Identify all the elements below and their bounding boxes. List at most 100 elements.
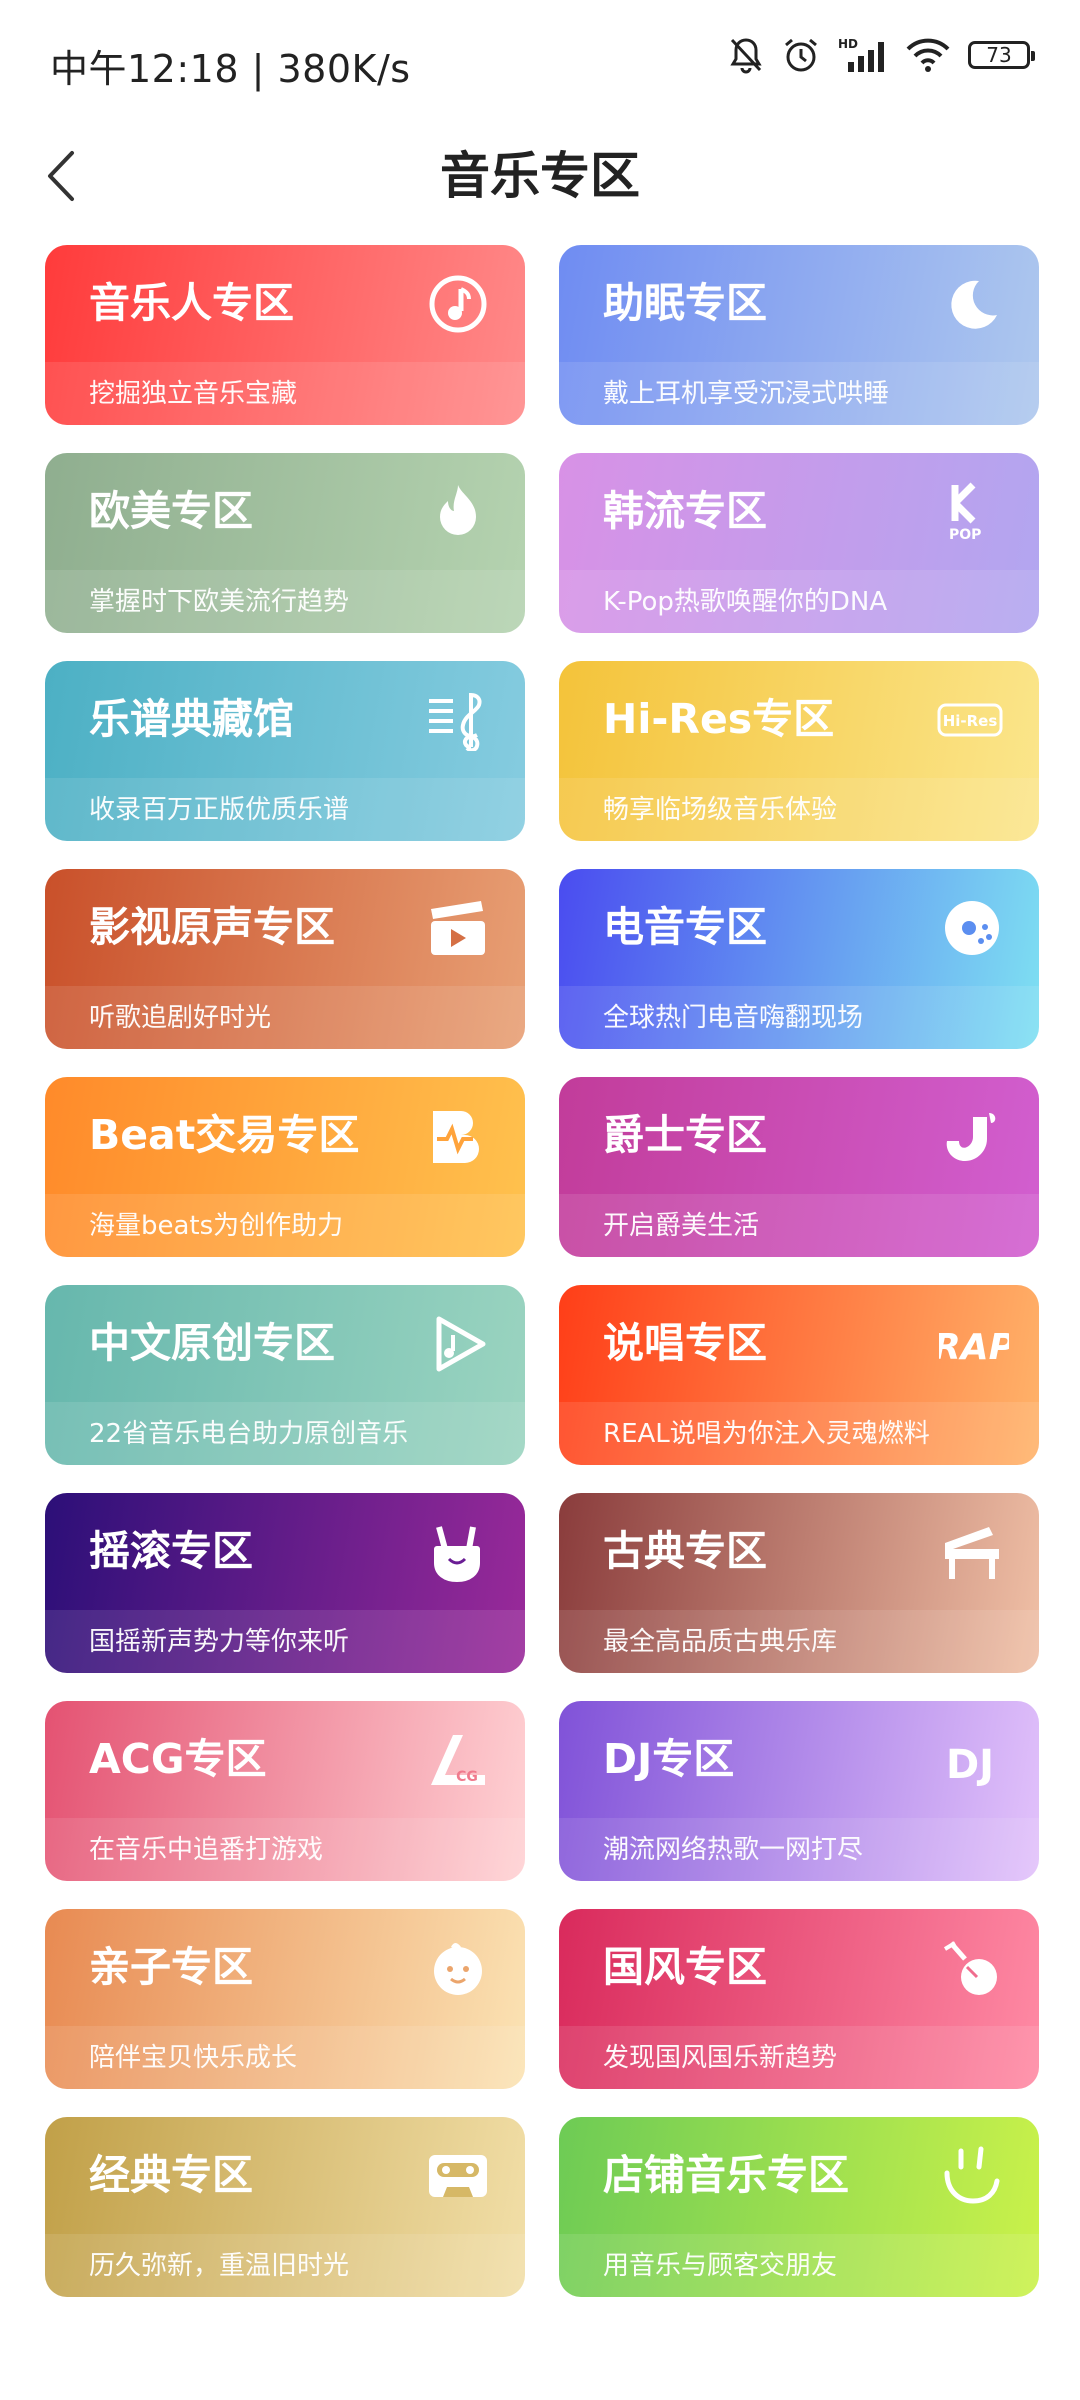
- zone-card[interactable]: DJ专区 潮流网络热歌一网打尽 DJ: [559, 1701, 1039, 1881]
- zone-subtitle: 开启爵美生活: [603, 1211, 760, 1241]
- zone-subtitle: 全球热门电音嗨翻现场: [603, 1003, 864, 1033]
- zone-card[interactable]: 亲子专区 陪伴宝贝快乐成长: [45, 1909, 525, 2089]
- zone-card[interactable]: 经典专区 历久弥新，重温旧时光: [45, 2117, 525, 2297]
- kpop-icon: POP: [941, 481, 1003, 543]
- zone-subtitle: K-Pop热歌唤醒你的DNA: [603, 587, 888, 617]
- zone-title: 韩流专区: [603, 487, 767, 535]
- zone-card[interactable]: 国风专区 发现国风国乐新趋势: [559, 1909, 1039, 2089]
- moon-icon: [941, 273, 1003, 335]
- zone-subtitle: 潮流网络热歌一网打尽: [603, 1835, 864, 1865]
- svg-text:RAP: RAP: [939, 1327, 1009, 1368]
- zone-title: 亲子专区: [89, 1943, 253, 1991]
- zone-title: 店铺音乐专区: [603, 2151, 849, 2199]
- flame-icon: [427, 481, 489, 543]
- zone-card[interactable]: 乐谱典藏馆 收录百万正版优质乐谱: [45, 661, 525, 841]
- zone-title: 古典专区: [603, 1527, 767, 1575]
- wifi-icon: [906, 38, 950, 72]
- zone-subtitle: 掌握时下欧美流行趋势: [89, 587, 350, 617]
- zone-card[interactable]: 店铺音乐专区 用音乐与顾客交朋友: [559, 2117, 1039, 2297]
- zone-subtitle: 发现国风国乐新趋势: [603, 2043, 838, 2073]
- zone-title: 经典专区: [89, 2151, 253, 2199]
- zone-title: 音乐人专区: [89, 279, 294, 327]
- zone-subtitle: REAL说唱为你注入灵魂燃料: [603, 1419, 930, 1449]
- zone-title: 助眠专区: [603, 279, 767, 327]
- zone-card[interactable]: 摇滚专区 国摇新声势力等你来听: [45, 1493, 525, 1673]
- bell-muted-icon: [730, 38, 762, 74]
- zone-subtitle: 收录百万正版优质乐谱: [89, 795, 350, 825]
- page-title: 音乐专区: [440, 147, 640, 205]
- zone-card[interactable]: 韩流专区 K-Pop热歌唤醒你的DNA POP: [559, 453, 1039, 633]
- zone-card[interactable]: 爵士专区 开启爵美生活: [559, 1077, 1039, 1257]
- zone-subtitle: 在音乐中追番打游戏: [89, 1835, 324, 1865]
- zone-card[interactable]: Beat交易专区 海量beats为创作助力: [45, 1077, 525, 1257]
- zone-title: Beat交易专区: [89, 1111, 360, 1159]
- zone-card[interactable]: 助眠专区 戴上耳机享受沉浸式哄睡: [559, 245, 1039, 425]
- zone-subtitle: 最全高品质古典乐库: [603, 1627, 838, 1657]
- zone-subtitle: 听歌追剧好时光: [89, 1003, 272, 1033]
- zone-card[interactable]: 古典专区 最全高品质古典乐库: [559, 1493, 1039, 1673]
- baby-face-icon: [427, 1937, 489, 1999]
- status-time-speed: 中午12:18 | 380K/s: [50, 38, 411, 93]
- rock-hand-icon: [427, 1521, 489, 1583]
- alarm-icon: [785, 38, 817, 72]
- svg-text:Hi-Res: Hi-Res: [943, 712, 998, 730]
- zone-title: ACG专区: [89, 1735, 267, 1783]
- saxophone-icon: [941, 1105, 1003, 1167]
- music-note-icon: [427, 273, 489, 335]
- zone-subtitle: 戴上耳机享受沉浸式哄睡: [603, 379, 890, 409]
- acg-icon: CG: [427, 1729, 489, 1791]
- zone-title: 影视原声专区: [89, 903, 335, 951]
- zone-subtitle: 海量beats为创作助力: [89, 1211, 344, 1241]
- beat-icon: [427, 1105, 489, 1167]
- smile-icon: [941, 2145, 1003, 2207]
- zone-subtitle: 历久弥新，重温旧时光: [89, 2251, 350, 2281]
- pipa-icon: [941, 1937, 1003, 1999]
- battery-level: 73: [986, 43, 1012, 67]
- rap-icon: RAP: [939, 1313, 1009, 1375]
- dj-icon: DJ: [937, 1729, 1003, 1791]
- status-speed: 380K/s: [277, 47, 411, 91]
- zone-subtitle: 22省音乐电台助力原创音乐: [89, 1419, 409, 1449]
- zone-card[interactable]: 说唱专区 REAL说唱为你注入灵魂燃料 RAP: [559, 1285, 1039, 1465]
- header: 音乐专区: [0, 126, 1080, 226]
- zone-card[interactable]: 电音专区 全球热门电音嗨翻现场: [559, 869, 1039, 1049]
- zone-card[interactable]: 影视原声专区 听歌追剧好时光: [45, 869, 525, 1049]
- zone-card[interactable]: Hi-Res专区 畅享临场级音乐体验 Hi-Res: [559, 661, 1039, 841]
- network-label: HD: [838, 37, 858, 51]
- zone-card[interactable]: 欧美专区 掌握时下欧美流行趋势: [45, 453, 525, 633]
- zone-title: 说唱专区: [603, 1319, 767, 1367]
- piano-icon: [941, 1521, 1003, 1583]
- zone-title: DJ专区: [603, 1735, 735, 1783]
- status-separator: |: [251, 47, 278, 91]
- zone-subtitle: 畅享临场级音乐体验: [603, 795, 838, 825]
- zone-title: 中文原创专区: [89, 1319, 335, 1367]
- zone-card[interactable]: 中文原创专区 22省音乐电台助力原创音乐: [45, 1285, 525, 1465]
- signal-icon: HD: [838, 37, 884, 72]
- hi-res-icon: Hi-Res: [937, 689, 1003, 751]
- battery-icon: 73: [968, 41, 1035, 69]
- zone-card[interactable]: 音乐人专区 挖掘独立音乐宝藏: [45, 245, 525, 425]
- svg-text:CG: CG: [456, 1769, 478, 1785]
- play-triangle-icon: [427, 1313, 489, 1375]
- clapperboard-icon: [427, 897, 489, 959]
- svg-text:POP: POP: [949, 527, 981, 543]
- zone-card[interactable]: ACG专区 在音乐中追番打游戏 CG: [45, 1701, 525, 1881]
- zone-title: 乐谱典藏馆: [89, 695, 294, 743]
- disc-icon: [941, 897, 1003, 959]
- status-bar: 中午12:18 | 380K/s HD 73: [0, 0, 1080, 126]
- zone-title: 国风专区: [603, 1943, 767, 1991]
- zone-grid: 音乐人专区 挖掘独立音乐宝藏 助眠专区 戴上耳机享受沉浸式哄睡 欧美专区 掌握时…: [45, 245, 1039, 2297]
- status-icons: HD 73: [728, 36, 1035, 74]
- svg-text:DJ: DJ: [946, 1742, 994, 1788]
- zone-title: 摇滚专区: [89, 1527, 253, 1575]
- sheet-music-icon: [427, 689, 489, 751]
- zone-title: Hi-Res专区: [603, 695, 835, 743]
- zone-title: 爵士专区: [603, 1111, 767, 1159]
- zone-title: 欧美专区: [89, 487, 253, 535]
- zone-title: 电音专区: [603, 903, 767, 951]
- cassette-icon: [427, 2145, 489, 2207]
- zone-subtitle: 陪伴宝贝快乐成长: [89, 2043, 298, 2073]
- zone-subtitle: 用音乐与顾客交朋友: [603, 2251, 838, 2281]
- status-time: 中午12:18: [50, 47, 240, 91]
- zone-subtitle: 国摇新声势力等你来听: [89, 1627, 350, 1657]
